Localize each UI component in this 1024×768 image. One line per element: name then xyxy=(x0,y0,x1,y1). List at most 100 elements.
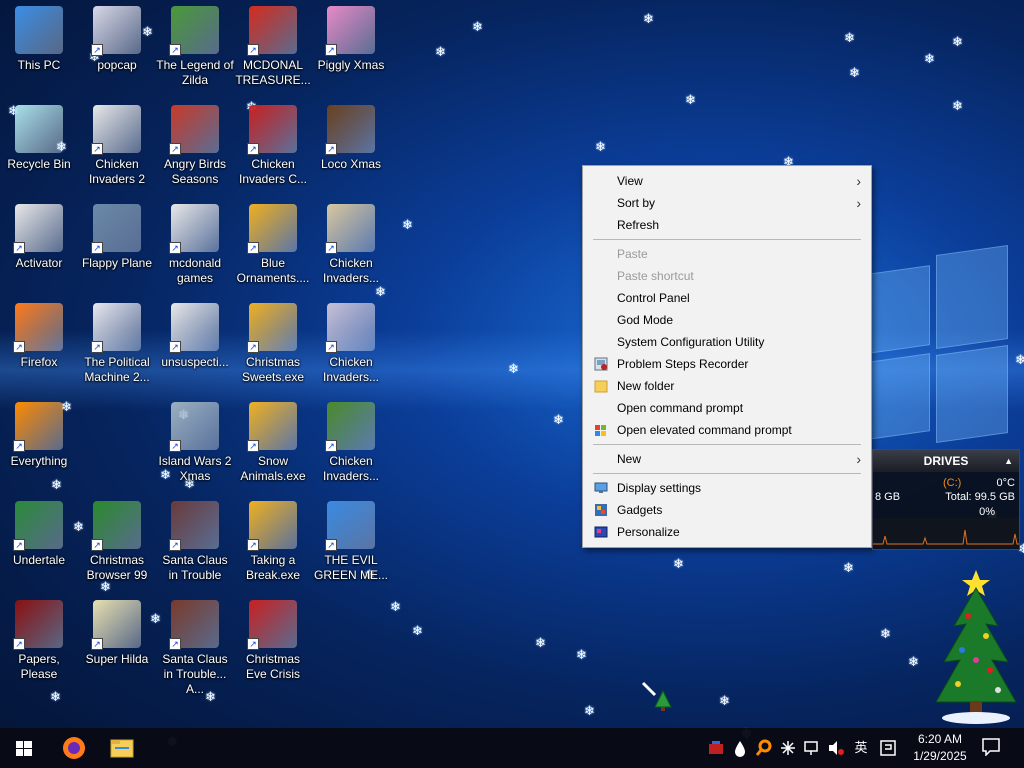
menu-item-new[interactable]: New › xyxy=(583,448,871,470)
desktop-icon[interactable]: ↗ Christmas Eve Crisis xyxy=(234,594,312,682)
menu-item-problem-steps-recorder[interactable]: Problem Steps Recorder xyxy=(583,353,871,375)
shortcut-arrow-icon: ↗ xyxy=(91,341,103,353)
desktop-icon[interactable]: ↗ Taking a Break.exe xyxy=(234,495,312,583)
desktop-icon[interactable]: ↗ Santa Claus in Trouble xyxy=(156,495,234,583)
desktop-icon-label: popcap xyxy=(97,58,137,72)
menu-item-gadgets[interactable]: Gadgets xyxy=(583,499,871,521)
menu-item-paste-shortcut-label: Paste shortcut xyxy=(617,269,694,283)
desktop-icon[interactable]: ↗ Chicken Invaders... xyxy=(312,297,390,385)
desktop-icon[interactable]: ↗ Chicken Invaders... xyxy=(312,396,390,484)
desktop-icon[interactable]: ↗ Loco Xmas xyxy=(312,99,390,172)
menu-item-new-folder[interactable]: New folder xyxy=(583,375,871,397)
snowflake-icon: ❄ xyxy=(924,51,935,66)
menu-item-personalize[interactable]: Personalize xyxy=(583,521,871,543)
shortcut-arrow-icon: ↗ xyxy=(247,638,259,650)
taskbar-file-explorer[interactable] xyxy=(98,728,146,768)
desktop-icon-label: The Political Machine 2... xyxy=(84,355,150,384)
menu-item-refresh[interactable]: Refresh xyxy=(583,214,871,236)
shortcut-arrow-icon: ↗ xyxy=(13,638,25,650)
desktop-icon[interactable]: ↗ Island Wars 2 Xmas xyxy=(156,396,234,484)
desktop-icon[interactable]: This PC xyxy=(0,0,78,73)
menu-item-view[interactable]: View › xyxy=(583,170,871,192)
desktop-icon-label: Super Hilda xyxy=(85,652,149,666)
desktop-icon[interactable]: ↗ Chicken Invaders 2 xyxy=(78,99,156,187)
folder-icon xyxy=(110,739,134,758)
app-icon: ↗ xyxy=(13,204,63,254)
app-icon: ↗ xyxy=(247,402,297,452)
snowflake-icon: ❄ xyxy=(843,560,854,575)
desktop-icon[interactable]: ↗ Activator xyxy=(0,198,78,271)
desktop-icon[interactable]: Recycle Bin xyxy=(0,99,78,172)
desktop-icon[interactable]: ↗ Christmas Sweets.exe xyxy=(234,297,312,385)
taskbar-firefox[interactable] xyxy=(50,728,98,768)
desktop-icon[interactable]: ↗ Snow Animals.exe xyxy=(234,396,312,484)
desktop-icon[interactable]: ↗ Flappy Plane xyxy=(78,198,156,271)
snowflake-icon: ❄ xyxy=(553,412,564,427)
desktop-icon[interactable]: ↗ Everything xyxy=(0,396,78,469)
clock-date: 1/29/2025 xyxy=(913,749,967,763)
app-icon: ↗ xyxy=(247,204,297,254)
desktop-icon[interactable]: ↗ THE EVIL GREEN ME... xyxy=(312,495,390,583)
desktop-icon[interactable]: ↗ Firefox xyxy=(0,297,78,370)
app-icon: ↗ xyxy=(247,6,297,56)
desktop-icon[interactable]: ↗ Chicken Invaders... xyxy=(312,198,390,286)
menu-item-paste: Paste xyxy=(583,243,871,265)
shortcut-arrow-icon: ↗ xyxy=(325,440,337,452)
notification-center-icon[interactable] xyxy=(982,738,1000,756)
shortcut-arrow-icon: ↗ xyxy=(325,44,337,56)
tray-volume-icon[interactable] xyxy=(826,728,846,768)
desktop-icon[interactable]: ↗ Piggly Xmas xyxy=(312,0,390,73)
tray-ime-indicator[interactable]: 英 xyxy=(851,728,871,768)
tray-everything-icon[interactable] xyxy=(754,728,774,768)
tray-drop-icon[interactable] xyxy=(730,728,750,768)
start-button[interactable] xyxy=(0,728,48,768)
display-icon xyxy=(594,482,608,493)
desktop-icon[interactable]: ↗ mcdonald games xyxy=(156,198,234,286)
tray-network-app-icon[interactable] xyxy=(706,728,726,768)
desktop-icon[interactable]: ↗ Angry Birds Seasons xyxy=(156,99,234,187)
collapse-icon[interactable]: ▲ xyxy=(1004,450,1013,472)
desktop-icon[interactable]: ↗ MCDONAL TREASURE... xyxy=(234,0,312,88)
menu-item-god-mode[interactable]: God Mode xyxy=(583,309,871,331)
tray-snow-icon[interactable] xyxy=(778,728,798,768)
toolbox-icon xyxy=(709,741,723,754)
snowflake-icon: ❄ xyxy=(952,34,963,49)
shortcut-arrow-icon: ↗ xyxy=(91,539,103,551)
snowflake-icon: ❄ xyxy=(908,654,919,669)
desktop-icon[interactable]: ↗ unsuspecti... xyxy=(156,297,234,370)
menu-item-view-label: View xyxy=(617,174,643,188)
desktop-icon[interactable]: ↗ Papers, Please xyxy=(0,594,78,682)
desktop-icon[interactable]: ↗ Christmas Browser 99 xyxy=(78,495,156,583)
menu-item-cmd-label: Open command prompt xyxy=(617,401,744,415)
menu-item-open-elevated-command-prompt[interactable]: Open elevated command prompt xyxy=(583,419,871,441)
desktop-icon[interactable]: ↗ popcap xyxy=(78,0,156,73)
problem-steps-recorder-icon xyxy=(594,357,608,371)
drives-gadget[interactable]: DRIVES ▲ (C:) 0°C 8 GB Total: 99.5 GB 0% xyxy=(872,449,1020,550)
menu-item-open-command-prompt[interactable]: Open command prompt xyxy=(583,397,871,419)
desktop-icon-label: Chicken Invaders... xyxy=(322,256,380,285)
desktop-icon[interactable]: ↗ Blue Ornaments.... xyxy=(234,198,312,286)
snowflake-icon: ❄ xyxy=(390,599,401,614)
shortcut-arrow-icon: ↗ xyxy=(169,44,181,56)
shortcut-arrow-icon: ↗ xyxy=(247,440,259,452)
desktop-icon[interactable]: ↗ Chicken Invaders C... xyxy=(234,99,312,187)
menu-item-sort-by[interactable]: Sort by › xyxy=(583,192,871,214)
taskbar-clock[interactable]: 6:20 AM 1/29/2025 xyxy=(906,731,974,765)
menu-item-display-settings[interactable]: Display settings xyxy=(583,477,871,499)
menu-item-control-panel[interactable]: Control Panel xyxy=(583,287,871,309)
desktop-icon[interactable]: ↗ Santa Claus in Trouble... A... xyxy=(156,594,234,697)
shortcut-arrow-icon: ↗ xyxy=(91,242,103,254)
desktop-icon-label: MCDONAL TREASURE... xyxy=(235,58,311,87)
tray-ime-mode[interactable] xyxy=(878,728,898,768)
desktop-icon[interactable]: ↗ The Political Machine 2... xyxy=(78,297,156,385)
desktop-icon[interactable]: ↗ Undertale xyxy=(0,495,78,568)
drive-activity-graph xyxy=(873,518,1019,548)
shortcut-arrow-icon: ↗ xyxy=(91,143,103,155)
desktop-icon[interactable]: ↗ The Legend of Zilda xyxy=(156,0,234,88)
app-icon: ↗ xyxy=(91,501,141,551)
menu-item-system-configuration-utility[interactable]: System Configuration Utility xyxy=(583,331,871,353)
tray-network-icon[interactable] xyxy=(802,728,822,768)
snowflake-icon xyxy=(781,741,795,755)
app-icon: ↗ xyxy=(169,6,219,56)
desktop-icon[interactable]: ↗ Super Hilda xyxy=(78,594,156,667)
